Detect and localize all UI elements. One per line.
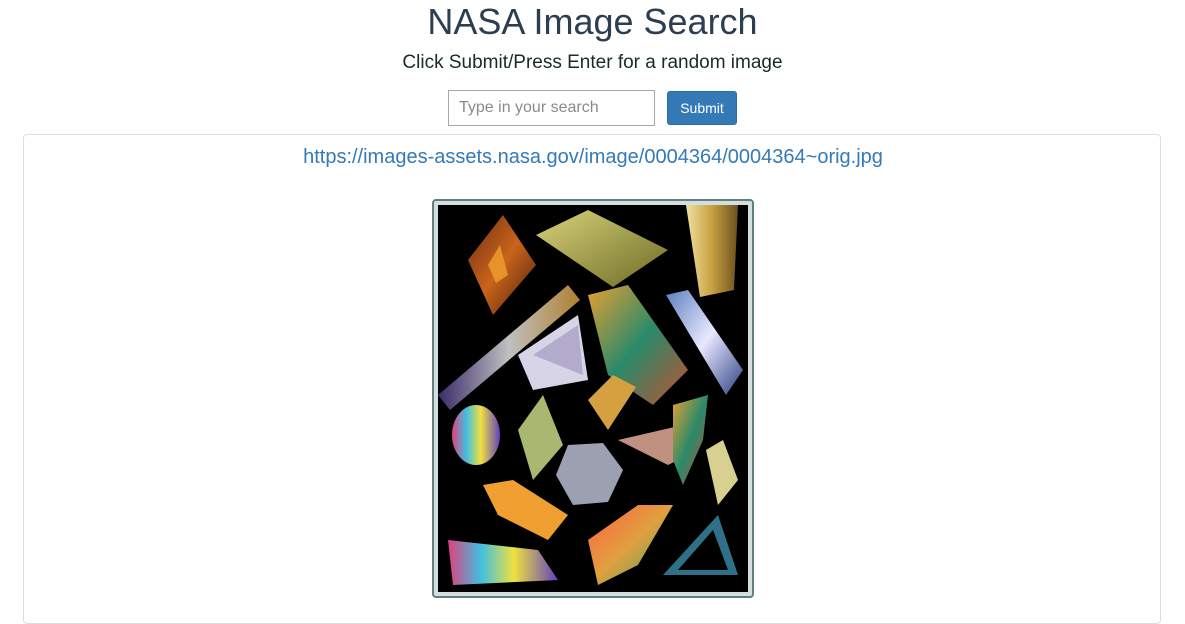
search-input[interactable] — [448, 90, 655, 126]
result-panel: https://images-assets.nasa.gov/image/000… — [23, 134, 1161, 624]
page-subtitle: Click Submit/Press Enter for a random im… — [402, 52, 783, 73]
result-image[interactable] — [438, 205, 748, 592]
crystal-photo-graphic — [438, 205, 748, 592]
submit-button[interactable]: Submit — [667, 91, 737, 125]
result-image-frame — [432, 199, 754, 598]
page-title: NASA Image Search — [427, 1, 758, 42]
image-url-link[interactable]: https://images-assets.nasa.gov/image/000… — [24, 143, 1162, 171]
search-form: Submit — [448, 90, 737, 126]
